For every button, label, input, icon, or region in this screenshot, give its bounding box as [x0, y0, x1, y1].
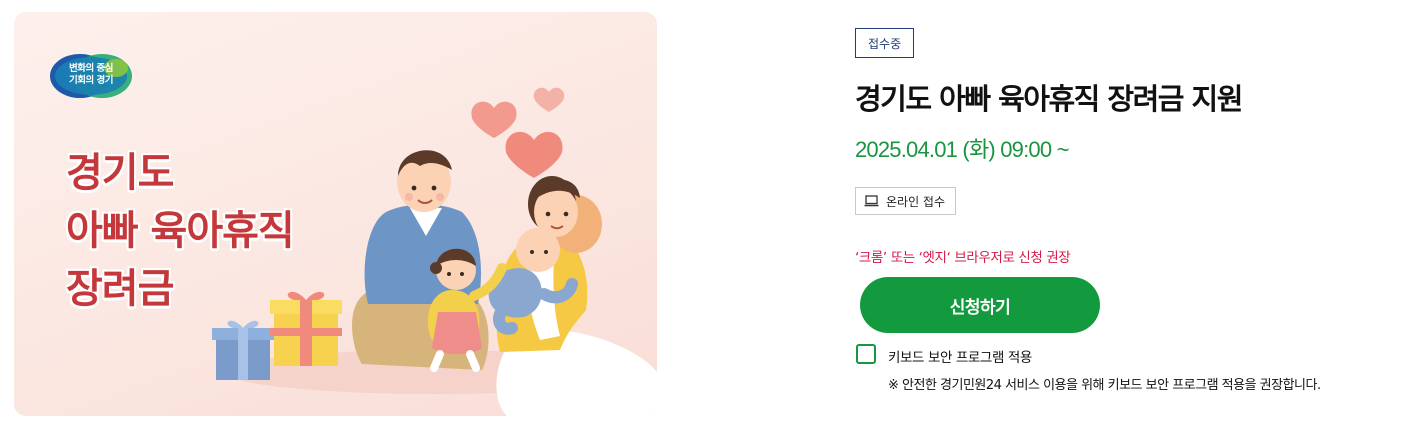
logo-line-1: 변화의 중심: [68, 63, 114, 74]
girl-figure: [427, 248, 507, 372]
logo-text: 변화의 중심 기회의 경기: [50, 63, 132, 87]
application-date: 2025.04.01 (화) 09:00 ~: [855, 137, 1069, 162]
logo-line-2: 기회의 경기: [68, 75, 114, 86]
laptop-icon: [864, 195, 879, 207]
gift-box-blue: [212, 320, 274, 380]
program-banner: 변화의 중심 기회의 경기 경기도 아빠 육아휴직 장려금: [14, 12, 657, 416]
keyboard-security-label[interactable]: 키보드 보안 프로그램 적용: [888, 346, 1032, 366]
keyboard-security-footnote: ※ 안전한 경기민원24 서비스 이용을 위해 키보드 보안 프로그램 적용을 …: [888, 378, 1321, 393]
gyeonggi-logo: 변화의 중심 기회의 경기: [50, 52, 132, 100]
online-application-chip: 온라인 접수: [855, 187, 957, 215]
online-chip-label: 온라인 접수: [886, 194, 946, 209]
keyboard-security-checkbox[interactable]: [856, 344, 876, 364]
page-title: 경기도 아빠 육아휴직 장려금 지원: [855, 82, 1243, 116]
status-badge: 접수중: [855, 28, 915, 58]
family-illustration: [212, 87, 657, 416]
heart-icon: [471, 101, 517, 138]
apply-button[interactable]: 신청하기: [860, 277, 1100, 333]
heart-icon: [533, 87, 565, 112]
browser-notice: ‘크롬’ 또는 ‘엣지‘ 브라우저로 신청 권장: [855, 250, 1071, 266]
gift-box-yellow: [270, 291, 342, 366]
heart-icon: [505, 131, 563, 178]
